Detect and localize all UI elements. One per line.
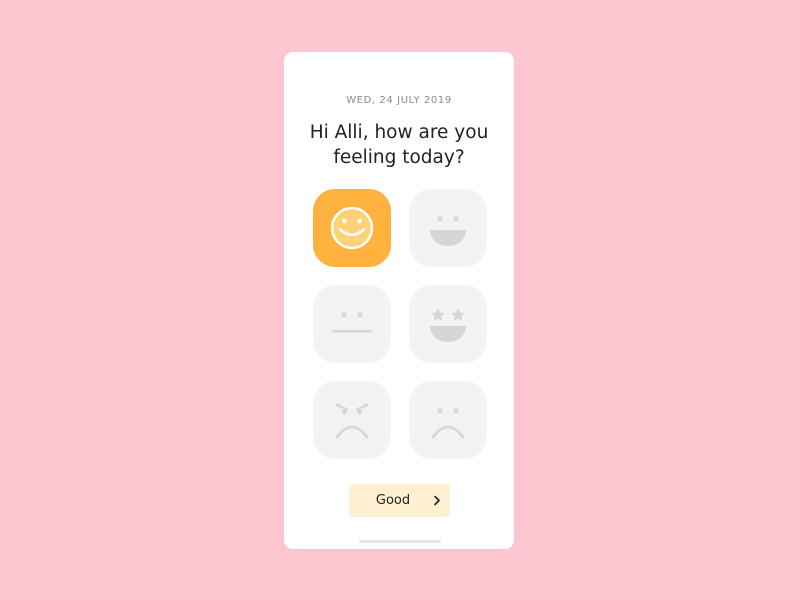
sad-face-icon xyxy=(431,408,465,439)
neutral-face-icon xyxy=(332,312,372,333)
greeting-line-2: feeling today? xyxy=(333,147,465,168)
mood-option-good[interactable] xyxy=(313,189,391,267)
greeting-heading: Hi Alli, how are you feeling today? xyxy=(294,120,504,170)
continue-button-label: Good xyxy=(375,493,411,508)
mood-option-sad[interactable] xyxy=(409,381,487,459)
angry-face-icon xyxy=(335,403,369,439)
greeting-line-1: Hi Alli, how are you xyxy=(309,122,489,143)
continue-button[interactable]: Good xyxy=(349,484,450,517)
mood-checkin-card: WED, 24 JULY 2019 Hi Alli, how are you f… xyxy=(284,52,514,549)
mood-option-neutral[interactable] xyxy=(313,285,391,363)
smile-icon xyxy=(330,206,374,250)
mood-option-angry[interactable] xyxy=(313,381,391,459)
chevron-right-icon xyxy=(434,495,440,506)
home-indicator xyxy=(359,540,441,543)
big-grin-icon xyxy=(430,216,466,246)
mood-option-excited[interactable] xyxy=(409,285,487,363)
mood-option-happy[interactable] xyxy=(409,189,487,267)
star-eyes-icon xyxy=(430,308,466,342)
date-label: WED, 24 JULY 2019 xyxy=(346,95,452,106)
